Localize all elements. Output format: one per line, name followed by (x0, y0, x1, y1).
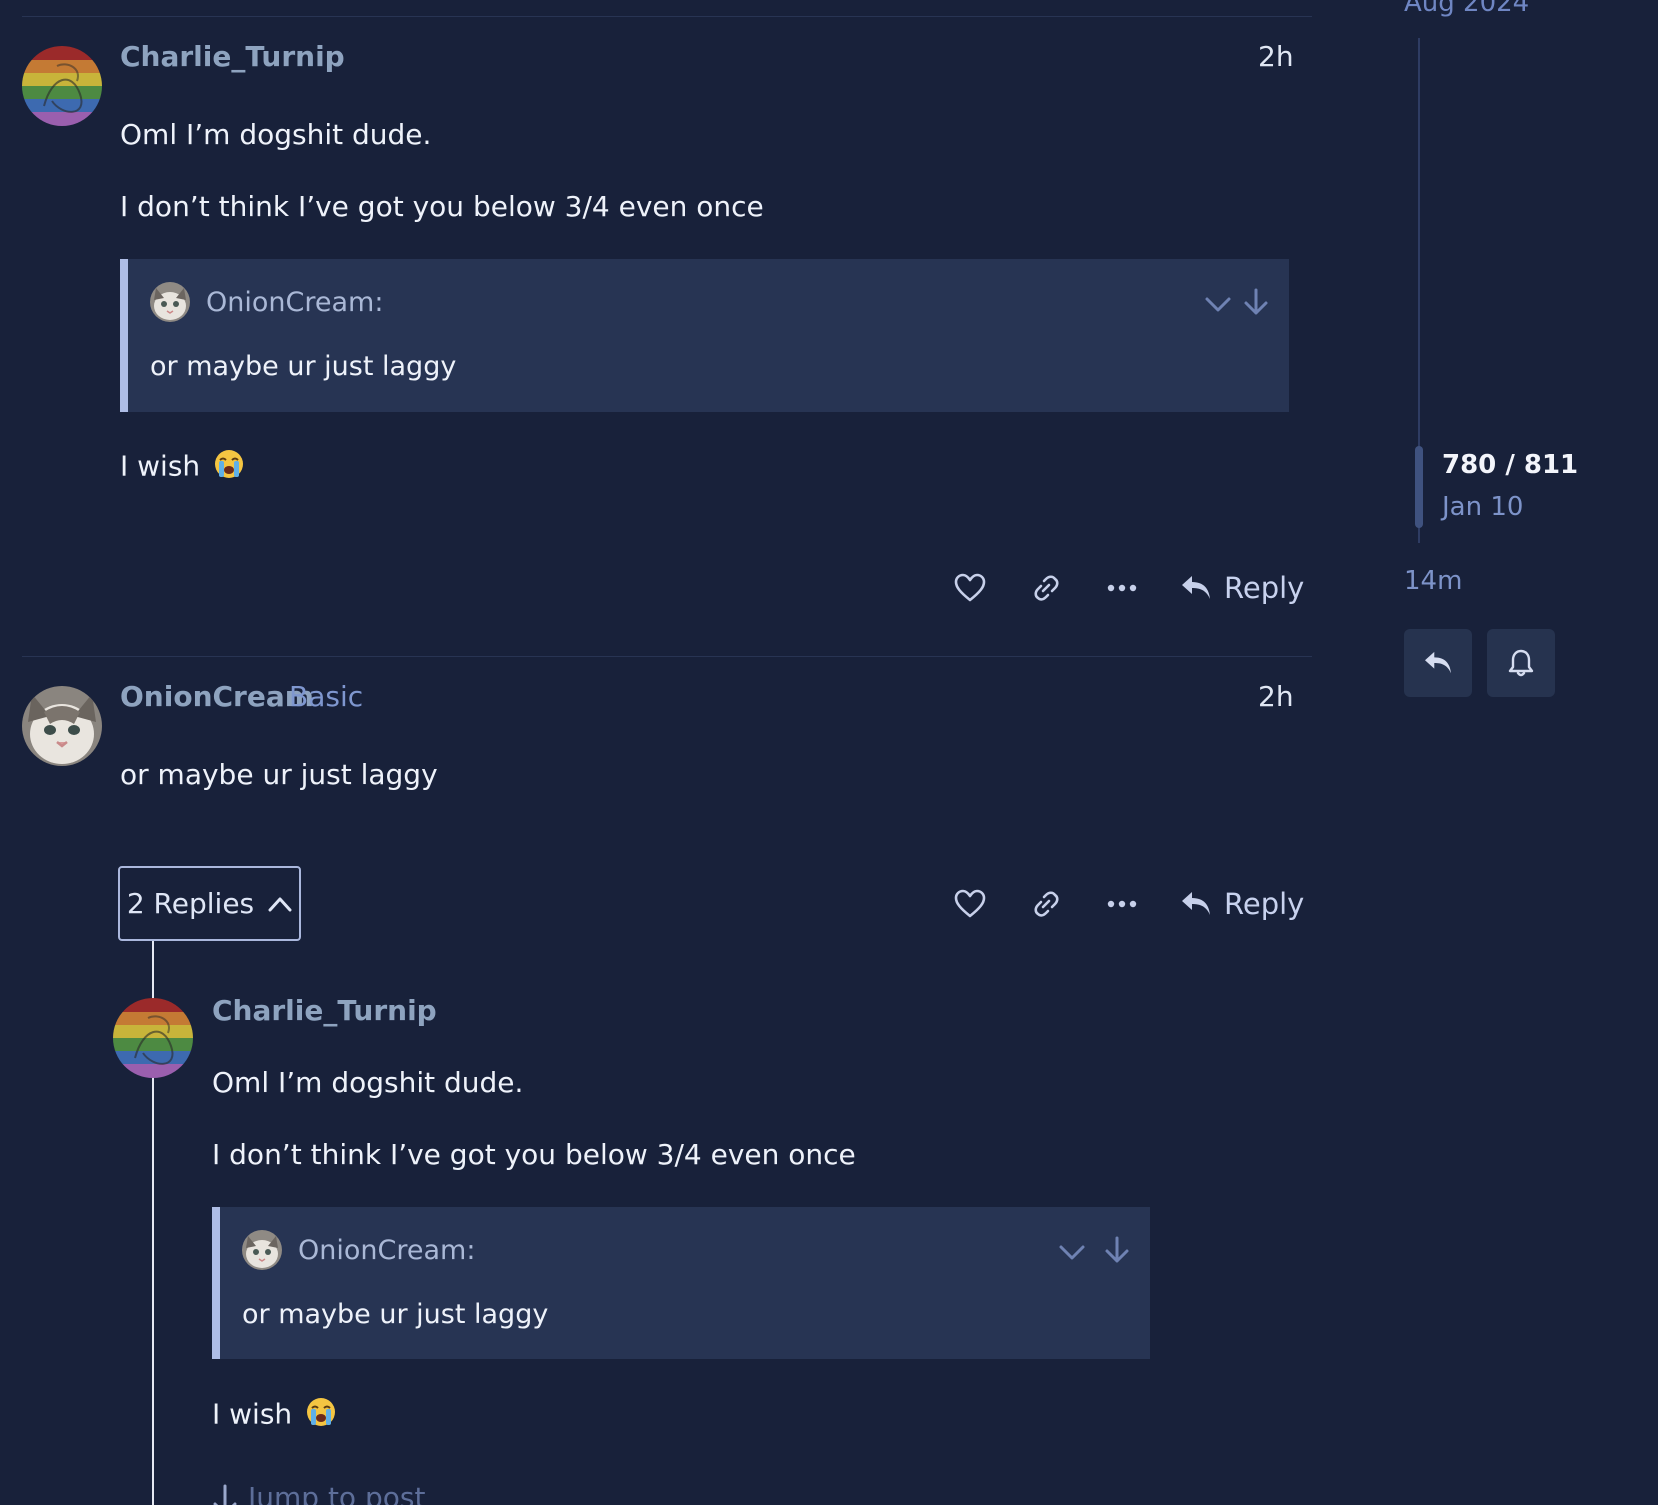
post-author-name[interactable]: OnionCream (120, 680, 314, 713)
timeline-position: 780 / 811 (1442, 450, 1579, 480)
chevron-up-icon (268, 897, 292, 911)
user-flair-badge: Basic (289, 680, 364, 713)
arrow-down-icon[interactable] (1102, 1235, 1132, 1265)
reply-label: Reply (1224, 571, 1305, 605)
timeline-start-date[interactable]: Aug 2024 (1404, 0, 1529, 18)
quote-block: OnionCream: or maybe ur just laggy (212, 1207, 1150, 1359)
arrow-down-icon[interactable] (1241, 287, 1271, 317)
quote-author[interactable]: OnionCream: (206, 287, 383, 318)
like-button[interactable] (950, 884, 990, 924)
heart-icon (954, 889, 986, 918)
arrow-down-icon (213, 1484, 237, 1505)
reply-icon (1182, 576, 1210, 599)
post-paragraph: I don’t think I’ve got you below 3/4 eve… (120, 190, 764, 223)
post-divider (22, 656, 1312, 657)
quote-block: OnionCream: or maybe ur just laggy (120, 259, 1289, 412)
reply-button[interactable]: Reply (1180, 884, 1304, 924)
heart-icon (954, 573, 986, 602)
avatar-onioncream-small[interactable] (242, 1230, 282, 1270)
reply-icon (1182, 892, 1210, 915)
link-icon (1034, 891, 1059, 917)
post-divider (22, 16, 1312, 17)
reply-paragraph: I wish (212, 1396, 337, 1435)
chevron-down-icon[interactable] (1203, 289, 1233, 319)
more-actions-button[interactable] (1102, 568, 1142, 608)
copy-link-button[interactable] (1026, 884, 1066, 924)
post-timestamp[interactable]: 2h (1258, 680, 1294, 713)
chevron-down-icon[interactable] (1057, 1237, 1087, 1267)
more-icon (1107, 900, 1137, 908)
avatar-charlie-turnip[interactable] (22, 46, 102, 126)
reply-label: Reply (1224, 887, 1305, 921)
post-timestamp[interactable]: 2h (1258, 40, 1294, 73)
avatar-charlie-turnip[interactable] (113, 998, 193, 1078)
post-author-name[interactable]: Charlie_Turnip (120, 40, 345, 73)
avatar-onioncream-small[interactable] (150, 282, 190, 322)
post-paragraph: Oml I’m dogshit dude. (120, 118, 432, 151)
loudly-crying-face-emoji (213, 448, 245, 487)
post-paragraph-text: I wish (120, 449, 201, 483)
timeline-reply-button[interactable] (1404, 629, 1472, 697)
reply-icon (1425, 651, 1451, 674)
timeline-last-activity[interactable]: 14m (1404, 566, 1462, 596)
post-paragraph: or maybe ur just laggy (120, 758, 438, 791)
jump-to-post-link[interactable]: Jump to post (212, 1480, 425, 1505)
jump-to-post-label: Jump to post (248, 1481, 426, 1505)
reply-paragraph: I don’t think I’ve got you below 3/4 eve… (212, 1138, 856, 1171)
copy-link-button[interactable] (1026, 568, 1066, 608)
more-icon (1107, 584, 1137, 592)
loudly-crying-face-emoji (305, 1396, 337, 1435)
timeline-scroll-handle[interactable] (1415, 446, 1423, 528)
quote-author[interactable]: OnionCream: (298, 1235, 475, 1266)
post-paragraph: I wish (120, 448, 245, 487)
reply-author-name[interactable]: Charlie_Turnip (212, 994, 437, 1027)
timeline-current-date: Jan 10 (1442, 492, 1524, 522)
like-button[interactable] (950, 568, 990, 608)
reply-paragraph: Oml I’m dogshit dude. (212, 1066, 524, 1099)
reply-button[interactable]: Reply (1180, 568, 1304, 608)
quote-text: or maybe ur just laggy (150, 351, 457, 382)
notification-level-button[interactable] (1487, 629, 1555, 697)
more-actions-button[interactable] (1102, 884, 1142, 924)
reply-paragraph-text: I wish (212, 1397, 293, 1431)
replies-label: 2 Replies (126, 887, 255, 920)
link-icon (1034, 575, 1059, 601)
quote-text: or maybe ur just laggy (242, 1299, 549, 1330)
bell-icon (1508, 649, 1534, 677)
replies-toggle-button[interactable]: 2 Replies (118, 866, 301, 941)
avatar-onioncream[interactable] (22, 686, 102, 766)
